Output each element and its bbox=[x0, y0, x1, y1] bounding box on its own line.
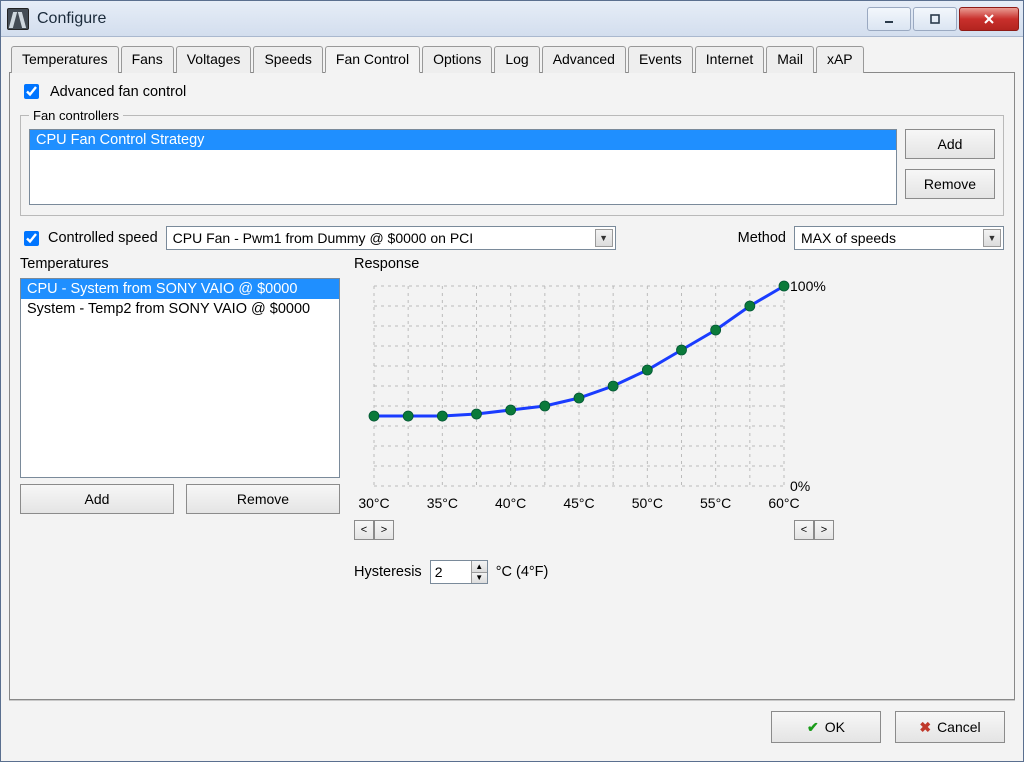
svg-text:55°C: 55°C bbox=[700, 495, 731, 511]
temperatures-panel: Temperatures CPU - System from SONY VAIO… bbox=[20, 256, 340, 691]
chart-scroll-right-forward[interactable]: > bbox=[814, 520, 834, 540]
cross-icon bbox=[919, 719, 931, 736]
response-label: Response bbox=[354, 256, 1004, 272]
fan-controller-remove-button[interactable]: Remove bbox=[905, 169, 995, 199]
list-item[interactable]: System - Temp2 from SONY VAIO @ $0000 bbox=[21, 299, 339, 319]
controlled-speed-label: Controlled speed bbox=[48, 230, 158, 246]
chart-scroll-left-back[interactable]: < bbox=[354, 520, 374, 540]
checkmark-icon bbox=[807, 719, 819, 736]
temperature-add-button[interactable]: Add bbox=[20, 484, 174, 514]
hysteresis-spinner[interactable]: ▲ ▼ bbox=[430, 560, 488, 584]
controlled-speed-checkbox[interactable] bbox=[24, 231, 39, 246]
dropdown-arrow-icon bbox=[595, 229, 613, 247]
chart-scroll-right-back[interactable]: < bbox=[794, 520, 814, 540]
minimize-button[interactable] bbox=[867, 7, 911, 31]
controlled-speed-dropdown[interactable]: CPU Fan - Pwm1 from Dummy @ $0000 on PCI bbox=[166, 226, 616, 250]
fan-controller-add-button[interactable]: Add bbox=[905, 129, 995, 159]
advanced-fan-control-label: Advanced fan control bbox=[50, 84, 186, 100]
svg-text:30°C: 30°C bbox=[358, 495, 389, 511]
tab-fan-control[interactable]: Fan Control bbox=[325, 46, 420, 73]
temperatures-listbox[interactable]: CPU - System from SONY VAIO @ $0000Syste… bbox=[20, 278, 340, 478]
chart-scroll-left-forward[interactable]: > bbox=[374, 520, 394, 540]
ok-button[interactable]: OK bbox=[771, 711, 881, 743]
fan-controllers-label: Fan controllers bbox=[29, 108, 123, 123]
dropdown-arrow-icon bbox=[983, 229, 1001, 247]
window-frame: Configure TemperaturesFansVoltagesSpeeds… bbox=[0, 0, 1024, 762]
client-area: TemperaturesFansVoltagesSpeedsFan Contro… bbox=[1, 37, 1023, 761]
svg-text:0%: 0% bbox=[790, 478, 810, 494]
svg-text:100%: 100% bbox=[790, 278, 826, 294]
method-label: Method bbox=[738, 230, 786, 246]
chart-scroll-right: < > bbox=[794, 520, 834, 540]
maximize-button[interactable] bbox=[913, 7, 957, 31]
cancel-button-label: Cancel bbox=[937, 719, 981, 735]
temperature-remove-button[interactable]: Remove bbox=[186, 484, 340, 514]
svg-text:35°C: 35°C bbox=[427, 495, 458, 511]
maximize-icon bbox=[929, 13, 941, 25]
tab-advanced[interactable]: Advanced bbox=[542, 46, 626, 73]
dialog-button-bar: OK Cancel bbox=[9, 700, 1015, 753]
temperatures-label: Temperatures bbox=[20, 256, 340, 272]
controlled-speed-row[interactable]: Controlled speed bbox=[20, 228, 158, 249]
spinner-down-icon[interactable]: ▼ bbox=[471, 573, 487, 584]
minimize-icon bbox=[883, 13, 895, 25]
app-icon bbox=[7, 8, 29, 30]
tab-temperatures[interactable]: Temperatures bbox=[11, 46, 119, 73]
tab-speeds[interactable]: Speeds bbox=[253, 46, 322, 73]
tab-log[interactable]: Log bbox=[494, 46, 539, 73]
tab-xap[interactable]: xAP bbox=[816, 46, 864, 73]
tab-options[interactable]: Options bbox=[422, 46, 492, 73]
tab-fans[interactable]: Fans bbox=[121, 46, 174, 73]
cancel-button[interactable]: Cancel bbox=[895, 711, 1005, 743]
svg-text:60°C: 60°C bbox=[768, 495, 799, 511]
title-bar[interactable]: Configure bbox=[1, 1, 1023, 37]
chart-scroll-left: < > bbox=[354, 520, 394, 540]
response-chart-svg: 100% 0% 30°C 35°C 40°C 45°C 50°C 55°C 60°C bbox=[354, 276, 834, 516]
svg-text:40°C: 40°C bbox=[495, 495, 526, 511]
advanced-fan-control-row[interactable]: Advanced fan control bbox=[20, 81, 1004, 102]
tab-bar: TemperaturesFansVoltagesSpeedsFan Contro… bbox=[9, 45, 1015, 73]
hysteresis-input[interactable] bbox=[431, 561, 471, 583]
spinner-up-icon[interactable]: ▲ bbox=[471, 561, 487, 573]
close-icon bbox=[982, 12, 996, 26]
tab-fan-control-page: Advanced fan control Fan controllers CPU… bbox=[9, 73, 1015, 700]
close-button[interactable] bbox=[959, 7, 1019, 31]
tab-events[interactable]: Events bbox=[628, 46, 693, 73]
window-buttons bbox=[867, 7, 1019, 31]
advanced-fan-control-checkbox[interactable] bbox=[24, 84, 39, 99]
fan-controllers-group: Fan controllers CPU Fan Control Strategy… bbox=[20, 108, 1004, 216]
method-value: MAX of speeds bbox=[801, 230, 983, 246]
hysteresis-label: Hysteresis bbox=[354, 564, 422, 580]
list-item[interactable]: CPU - System from SONY VAIO @ $0000 bbox=[21, 279, 339, 299]
method-dropdown[interactable]: MAX of speeds bbox=[794, 226, 1004, 250]
response-chart[interactable]: 100% 0% 30°C 35°C 40°C 45°C 50°C 55°C 60°C bbox=[354, 276, 1004, 516]
svg-text:45°C: 45°C bbox=[563, 495, 594, 511]
svg-text:50°C: 50°C bbox=[632, 495, 663, 511]
response-panel: Response 100% 0% 30°C 35°C 40°C 45°C 50°C 55°C 6… bbox=[354, 256, 1004, 691]
tab-internet[interactable]: Internet bbox=[695, 46, 764, 73]
tab-mail[interactable]: Mail bbox=[766, 46, 814, 73]
fan-controllers-listbox[interactable]: CPU Fan Control Strategy bbox=[29, 129, 897, 205]
window-title: Configure bbox=[37, 10, 859, 28]
hysteresis-unit: °C (4°F) bbox=[496, 564, 549, 580]
list-item[interactable]: CPU Fan Control Strategy bbox=[30, 130, 896, 150]
tab-voltages[interactable]: Voltages bbox=[176, 46, 252, 73]
controlled-speed-value: CPU Fan - Pwm1 from Dummy @ $0000 on PCI bbox=[173, 230, 595, 246]
ok-button-label: OK bbox=[825, 719, 845, 735]
